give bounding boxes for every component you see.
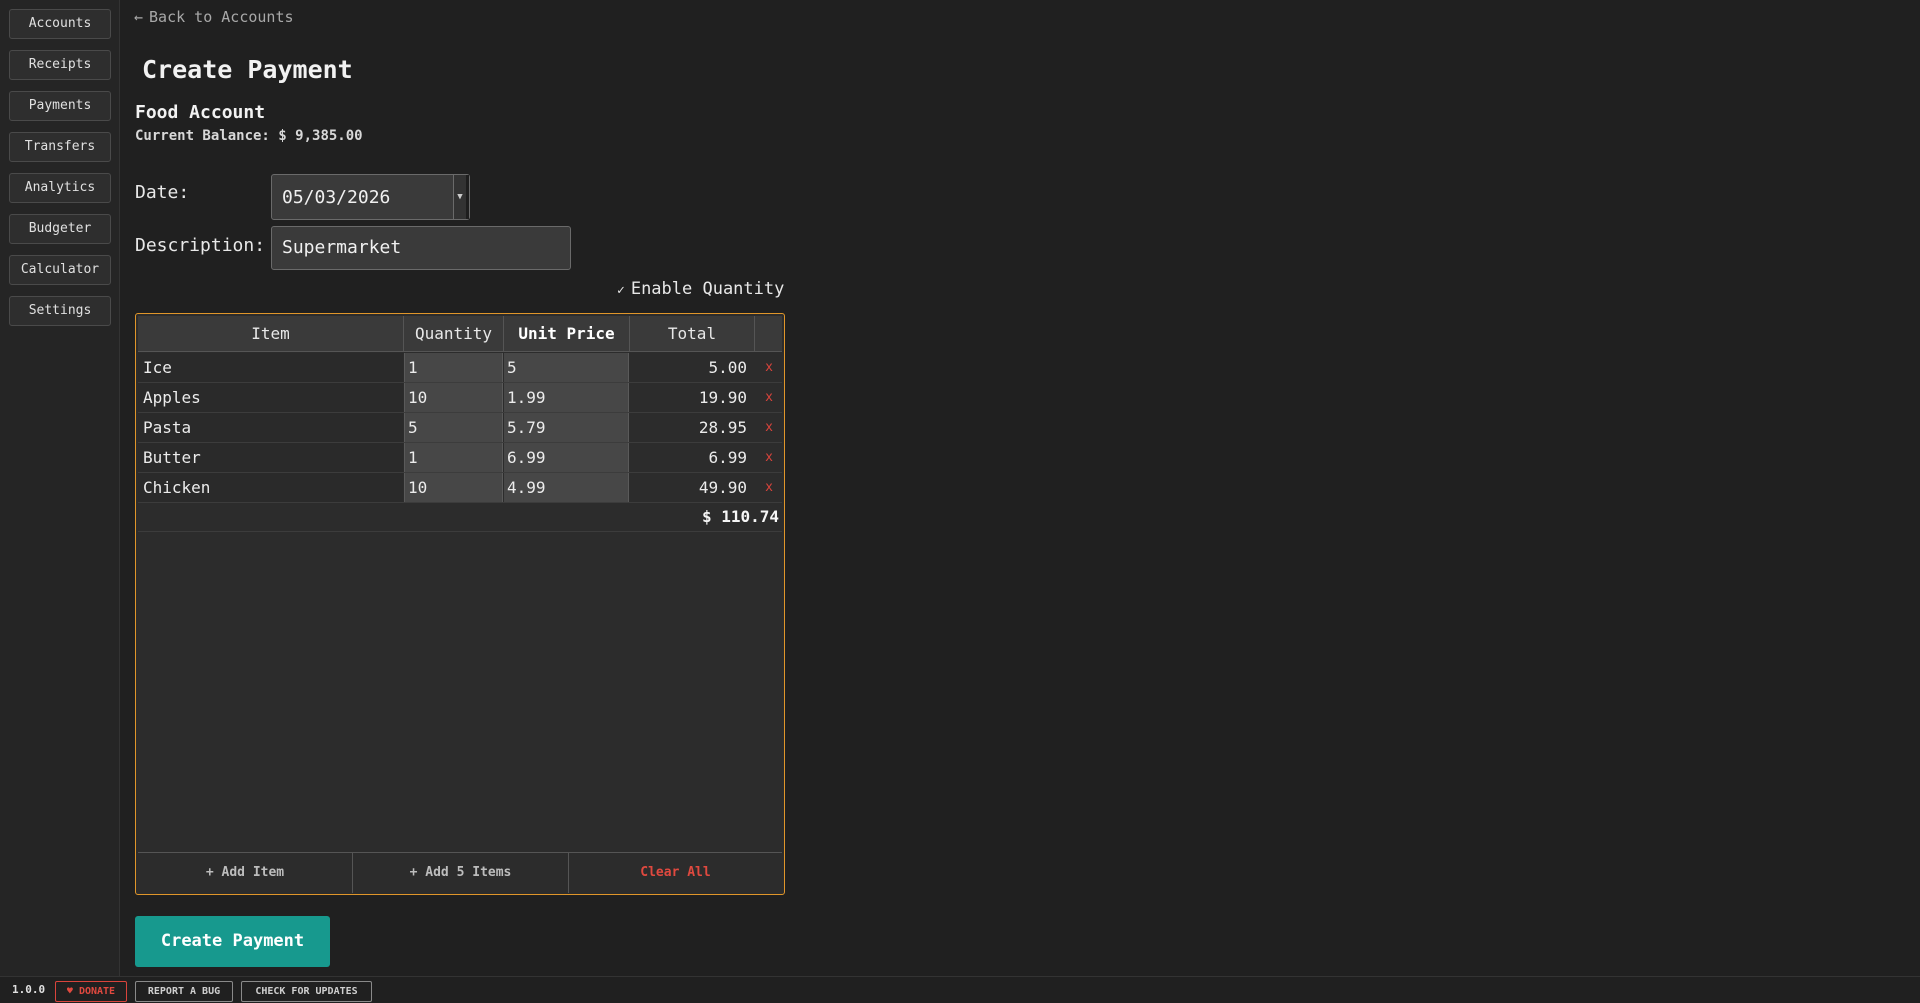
- sidebar-item-settings[interactable]: Settings: [9, 296, 111, 326]
- delete-row-button[interactable]: x: [755, 473, 783, 502]
- description-label: Description:: [135, 235, 266, 256]
- item-name-cell[interactable]: Pasta: [138, 413, 403, 442]
- table-row: Butter 1 6.99 6.99 x: [138, 443, 782, 473]
- clear-all-button[interactable]: Clear All: [569, 853, 782, 893]
- add-5-items-button[interactable]: + Add 5 Items: [353, 853, 569, 893]
- delete-row-button[interactable]: x: [755, 443, 783, 472]
- account-balance: Current Balance: $ 9,385.00: [135, 128, 363, 144]
- quantity-input[interactable]: 10: [404, 473, 503, 502]
- donate-button[interactable]: ♥ DONATE: [55, 981, 127, 1002]
- sidebar-item-payments[interactable]: Payments: [9, 91, 111, 121]
- date-dropdown-button[interactable]: ▼: [453, 175, 469, 219]
- column-header-actions: [755, 316, 782, 352]
- unit-price-input[interactable]: 5.79: [504, 413, 629, 442]
- sidebar-item-transfers[interactable]: Transfers: [9, 132, 111, 162]
- item-name-cell[interactable]: Butter: [138, 443, 403, 472]
- sidebar-item-analytics[interactable]: Analytics: [9, 173, 111, 203]
- account-name: Food Account: [135, 102, 266, 123]
- report-bug-button[interactable]: REPORT A BUG: [135, 981, 233, 1002]
- description-input[interactable]: Supermarket: [271, 226, 571, 270]
- page-title: Create Payment: [142, 55, 353, 84]
- quantity-input[interactable]: 10: [404, 383, 503, 412]
- quantity-input[interactable]: 1: [404, 353, 503, 382]
- sidebar-item-calculator[interactable]: Calculator: [9, 255, 111, 285]
- row-total: 49.90: [698, 478, 747, 497]
- sidebar: Accounts Receipts Payments Transfers Ana…: [0, 0, 120, 976]
- arrow-left-icon: ←: [134, 8, 144, 26]
- row-total: 28.95: [698, 418, 747, 437]
- delete-row-button[interactable]: x: [755, 383, 783, 412]
- date-value[interactable]: 05/03/2026: [282, 187, 390, 208]
- balance-label: Current Balance:: [135, 128, 270, 144]
- create-payment-button[interactable]: Create Payment: [135, 916, 330, 967]
- column-header-unit-price[interactable]: Unit Price: [504, 316, 630, 352]
- table-row: Pasta 5 5.79 28.95 x: [138, 413, 782, 443]
- column-header-quantity: Quantity: [404, 316, 504, 352]
- column-header-item: Item: [138, 316, 404, 352]
- row-total: 5.00: [708, 358, 747, 377]
- item-name-cell[interactable]: Ice: [138, 353, 403, 382]
- date-picker[interactable]: 05/03/2026 ▼: [271, 174, 470, 220]
- add-item-button[interactable]: + Add Item: [138, 853, 353, 893]
- checkmark-icon: ✓: [617, 283, 625, 298]
- quantity-input[interactable]: 5: [404, 413, 503, 442]
- balance-value: $ 9,385.00: [278, 128, 363, 144]
- version-label: 1.0.0: [12, 983, 46, 996]
- table-header: Item Quantity Unit Price Total: [138, 316, 782, 352]
- date-label: Date:: [135, 182, 190, 203]
- enable-quantity-checkbox[interactable]: ✓ Enable Quantity: [617, 279, 784, 299]
- back-to-accounts-link[interactable]: ← Back to Accounts: [134, 8, 294, 26]
- unit-price-input[interactable]: 4.99: [504, 473, 629, 502]
- grand-total: $ 110.74: [701, 507, 779, 526]
- table-row: Chicken 10 4.99 49.90 x: [138, 473, 782, 503]
- grand-total-row: $ 110.74: [138, 502, 782, 532]
- table-row: Apples 10 1.99 19.90 x: [138, 383, 782, 413]
- sidebar-item-receipts[interactable]: Receipts: [9, 50, 111, 80]
- table-row: Ice 1 5 5.00 x: [138, 353, 782, 383]
- check-updates-button[interactable]: CHECK FOR UPDATES: [241, 981, 372, 1002]
- item-name-cell[interactable]: Chicken: [138, 473, 403, 502]
- unit-price-input[interactable]: 5: [504, 353, 629, 382]
- row-total: 19.90: [698, 388, 747, 407]
- row-total: 6.99: [708, 448, 747, 467]
- enable-quantity-label: Enable Quantity: [630, 279, 785, 299]
- delete-row-button[interactable]: x: [755, 353, 783, 382]
- chevron-down-icon: ▼: [457, 192, 463, 202]
- unit-price-input[interactable]: 1.99: [504, 383, 629, 412]
- table-footer: + Add Item + Add 5 Items Clear All: [138, 852, 782, 893]
- sidebar-item-accounts[interactable]: Accounts: [9, 9, 111, 39]
- quantity-input[interactable]: 1: [404, 443, 503, 472]
- back-link-label: Back to Accounts: [149, 8, 294, 26]
- items-table: Item Quantity Unit Price Total Ice 1 5 5…: [135, 313, 785, 895]
- sidebar-item-budgeter[interactable]: Budgeter: [9, 214, 111, 244]
- delete-row-button[interactable]: x: [755, 413, 783, 442]
- status-bar: 1.0.0 ♥ DONATE REPORT A BUG CHECK FOR UP…: [0, 976, 1920, 1003]
- unit-price-input[interactable]: 6.99: [504, 443, 629, 472]
- item-name-cell[interactable]: Apples: [138, 383, 403, 412]
- column-header-total: Total: [630, 316, 755, 352]
